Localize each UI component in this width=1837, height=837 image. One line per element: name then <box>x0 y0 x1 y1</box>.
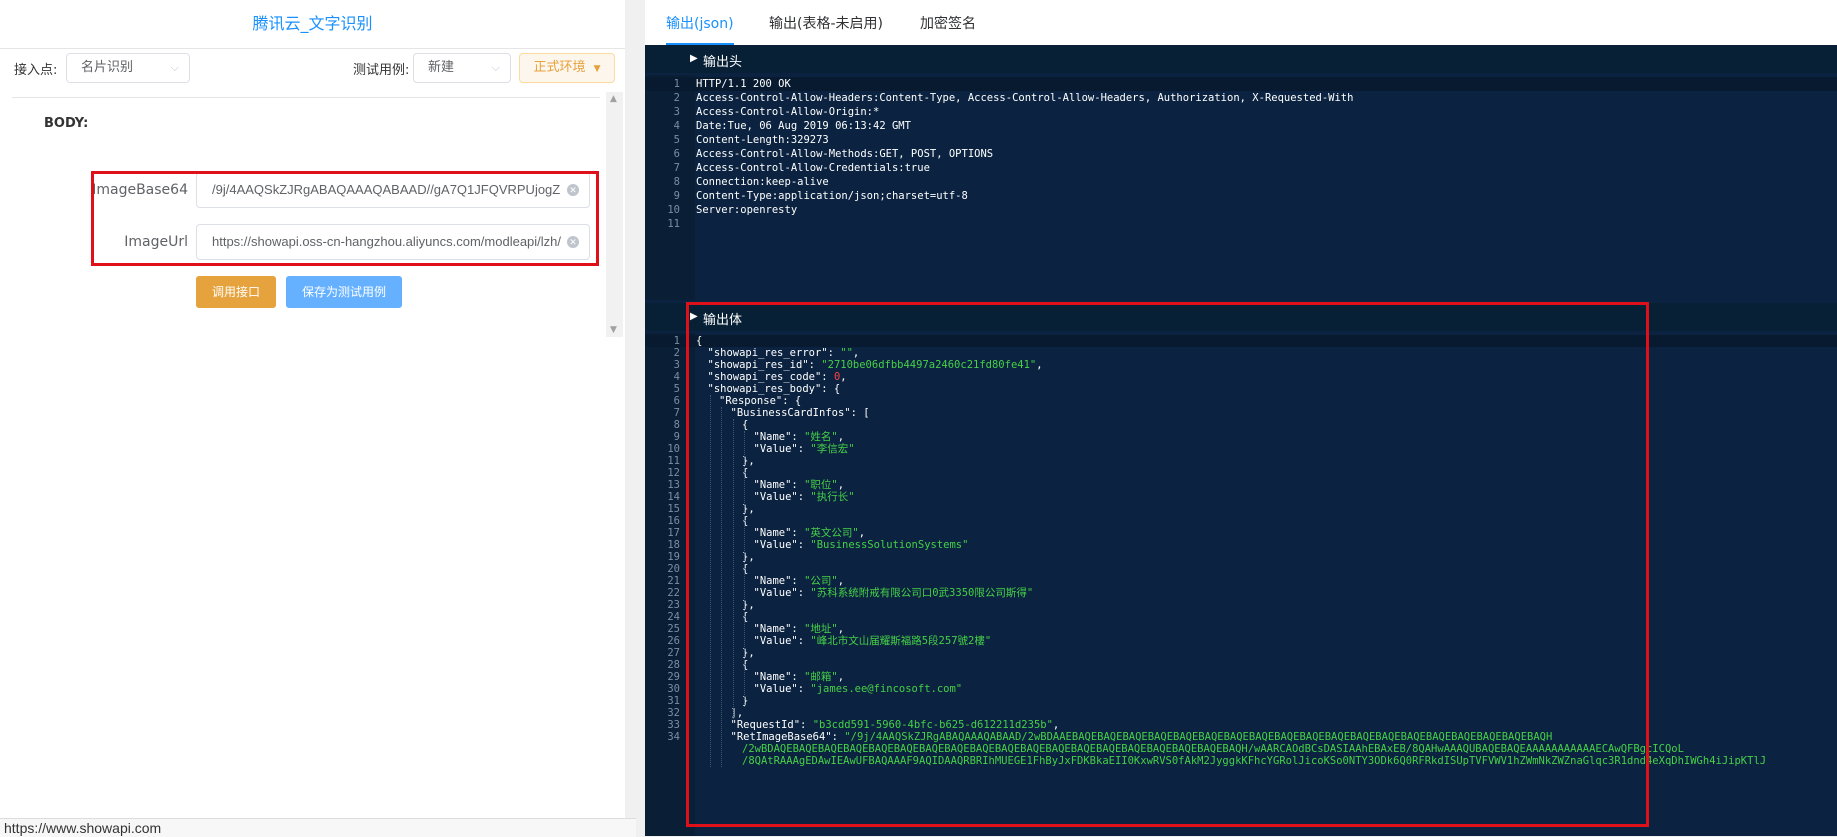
line-number: 31 <box>667 695 680 707</box>
response-panel: 输出(json) 输出(表格-未启用) 加密签名 ▶ 输出头 1 HTTP/1.1… <box>645 0 1837 836</box>
code-text: Content-Type:application/json;charset=ut… <box>696 190 968 202</box>
line-number: 4 <box>673 371 680 383</box>
line-number: 21 <box>667 575 680 587</box>
header-code-view: 1 HTTP/1.1 200 OK 2 Access-Control-Allow-He… <box>645 75 1837 300</box>
header-code-line: 3 Access-Control-Allow-Origin:* <box>645 105 1837 119</box>
scroll-down-icon[interactable]: ▼ <box>610 325 617 335</box>
endpoint-select-value: 名片识别 <box>81 60 134 75</box>
save-testcase-button[interactable]: 保存为测试用例 <box>286 276 402 308</box>
line-number: 5 <box>673 383 680 395</box>
code-text: Access-Control-Allow-Headers:Content-Typ… <box>696 92 1354 104</box>
line-number: 30 <box>667 683 680 695</box>
line-number: 18 <box>667 539 680 551</box>
line-number: 22 <box>667 587 680 599</box>
code-text: Date:Tue, 06 Aug 2019 06:13:42 GMT <box>696 120 911 132</box>
line-number: 9 <box>673 431 680 443</box>
endpoint-label: 接入点: <box>14 63 58 78</box>
chevron-down-icon: ⌵ <box>170 61 179 74</box>
line-number: 4 <box>673 120 680 132</box>
header-code-line: 9 Content-Type:application/json;charset=u… <box>645 189 1837 203</box>
line-number: 9 <box>673 190 680 202</box>
line-number: 11 <box>667 455 680 467</box>
line-number: 28 <box>667 659 680 671</box>
body-label: BODY: <box>44 116 89 131</box>
request-panel: 腾讯云_文字识别 接入点: 名片识别 ⌵ 测试用例: 新建 ⌵ 正式环境 ▼ B… <box>0 0 636 837</box>
caret-down-icon: ▼ <box>593 64 601 74</box>
line-number: 5 <box>673 134 680 146</box>
line-number: 12 <box>667 467 680 479</box>
highlight-box <box>686 302 1649 827</box>
line-number: 26 <box>667 635 680 647</box>
header-section-toggle[interactable]: ▶ 输出头 <box>645 45 1837 73</box>
line-number: 7 <box>673 162 680 174</box>
testcase-label: 测试用例: <box>353 63 410 78</box>
line-number: 10 <box>667 443 680 455</box>
line-number: 25 <box>667 623 680 635</box>
environment-dropdown[interactable]: 正式环境 ▼ <box>519 53 615 83</box>
line-number: 2 <box>673 92 680 104</box>
line-number: 16 <box>667 515 680 527</box>
header-code-line: 5 Content-Length:329273 <box>645 133 1837 147</box>
line-number: 6 <box>673 395 680 407</box>
line-number: 1 <box>673 335 680 347</box>
environment-label: 正式环境 <box>533 60 586 75</box>
line-number: 7 <box>673 407 680 419</box>
line-number: 13 <box>667 479 680 491</box>
line-number: 20 <box>667 563 680 575</box>
header-section-label: 输出头 <box>703 55 743 70</box>
output-tabs: 输出(json) 输出(表格-未启用) 加密签名 <box>645 0 1837 46</box>
chevron-down-icon: ⌵ <box>491 61 500 74</box>
header-code-line: 11 <box>645 217 1837 231</box>
line-number: 19 <box>667 551 680 563</box>
request-toolbar: 接入点: 名片识别 ⌵ 测试用例: 新建 ⌵ 正式环境 ▼ <box>0 49 625 87</box>
code-text: Connection:keep-alive <box>696 176 829 188</box>
header-code-line: 6 Access-Control-Allow-Methods:GET, POST,… <box>645 147 1837 161</box>
line-number: 33 <box>667 719 680 731</box>
line-number: 3 <box>673 359 680 371</box>
line-number: 15 <box>667 503 680 515</box>
header-code-line: 2 Access-Control-Allow-Headers:Content-Ty… <box>645 91 1837 105</box>
vertical-scrollbar[interactable]: ▲ ▼ <box>606 92 623 337</box>
line-number: 6 <box>673 148 680 160</box>
testcase-select[interactable]: 新建 ⌵ <box>413 53 511 83</box>
line-number: 3 <box>673 106 680 118</box>
highlight-box <box>91 171 599 266</box>
line-number: 24 <box>667 611 680 623</box>
line-number: 23 <box>667 599 680 611</box>
code-text: Access-Control-Allow-Methods:GET, POST, … <box>696 148 994 160</box>
line-number: 2 <box>673 347 680 359</box>
tab-output-json[interactable]: 输出(json) <box>666 0 734 45</box>
line-number: 11 <box>667 218 680 230</box>
line-number: 14 <box>667 491 680 503</box>
endpoint-select[interactable]: 名片识别 ⌵ <box>66 53 190 83</box>
code-text: HTTP/1.1 200 OK <box>696 78 791 90</box>
status-bar-url: https://www.showapi.com <box>0 818 636 837</box>
header-code-line: 4 Date:Tue, 06 Aug 2019 06:13:42 GMT <box>645 119 1837 133</box>
header-code-line: 10 Server:openresty <box>645 203 1837 217</box>
line-number: 8 <box>673 419 680 431</box>
call-api-button[interactable]: 调用接口 <box>196 276 276 308</box>
code-text: Server:openresty <box>696 204 798 216</box>
page-title: 腾讯云_文字识别 <box>0 0 625 49</box>
line-number: 27 <box>667 647 680 659</box>
line-number: 29 <box>667 671 680 683</box>
line-number: 10 <box>667 204 680 216</box>
header-code-line: 7 Access-Control-Allow-Credentials:true <box>645 161 1837 175</box>
tab-encrypt-sign[interactable]: 加密签名 <box>920 0 976 45</box>
code-text: Access-Control-Allow-Credentials:true <box>696 162 930 174</box>
header-code-line: 8 Connection:keep-alive <box>645 175 1837 189</box>
header-code-line: 1 HTTP/1.1 200 OK <box>645 77 1837 91</box>
testcase-select-value: 新建 <box>428 60 455 75</box>
scroll-up-icon[interactable]: ▲ <box>610 94 617 104</box>
line-number: 1 <box>673 78 680 90</box>
tab-output-table[interactable]: 输出(表格-未启用) <box>769 0 883 45</box>
line-number: 8 <box>673 176 680 188</box>
line-number: 34 <box>667 731 680 743</box>
code-text: Access-Control-Allow-Origin:* <box>696 106 880 118</box>
caret-right-icon: ▶ <box>690 53 698 64</box>
line-number: 32 <box>667 707 680 719</box>
line-number: 17 <box>667 527 680 539</box>
code-text: Content-Length:329273 <box>696 134 829 146</box>
